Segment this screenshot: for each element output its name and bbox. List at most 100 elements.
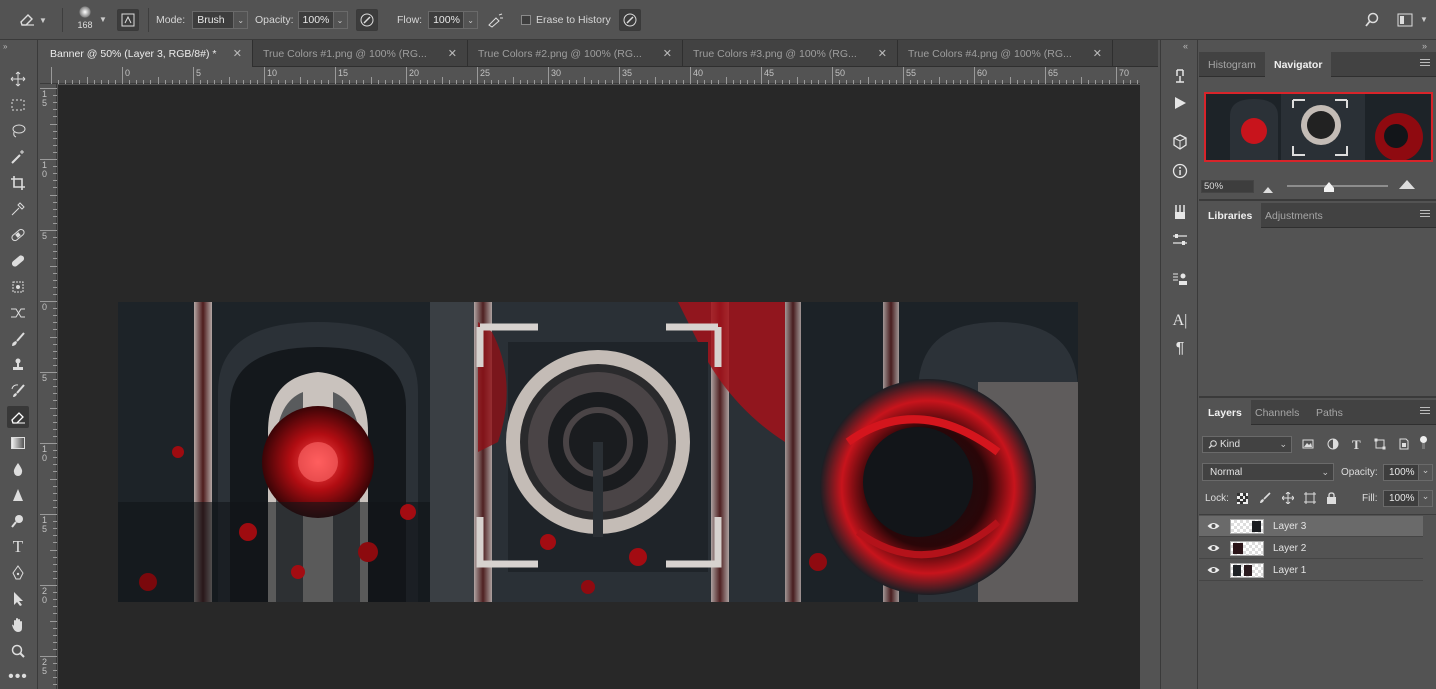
filter-shape-button[interactable] [1374, 438, 1386, 453]
search-button[interactable] [1364, 12, 1380, 31]
tab-true-colors-2[interactable]: True Colors #2.png @ 100% (RG... ✕ [468, 40, 683, 67]
eraser-preset-picker[interactable]: ▼ [18, 0, 47, 40]
layer-opacity-field[interactable]: 100% [1383, 464, 1419, 481]
paragraph-panel-button[interactable]: ¶ [1170, 339, 1190, 359]
stamp-tool[interactable] [7, 354, 29, 376]
tab-navigator[interactable]: Navigator [1265, 52, 1332, 77]
pressure-opacity-button[interactable] [356, 9, 378, 31]
crop-tool[interactable] [7, 172, 29, 194]
tab-adjustments[interactable]: Adjustments [1256, 203, 1332, 228]
tab-histogram[interactable]: Histogram [1199, 52, 1265, 77]
close-icon[interactable]: ✕ [1093, 47, 1102, 60]
navigator-preview[interactable] [1204, 92, 1433, 162]
shuffle-tool[interactable] [7, 302, 29, 324]
healing-brush-tool[interactable] [7, 224, 29, 246]
chevron-down-icon[interactable]: ⌄ [1419, 490, 1433, 507]
info-panel-button[interactable] [1170, 161, 1190, 181]
checkbox[interactable] [521, 15, 531, 25]
tab-layers[interactable]: Layers [1199, 400, 1251, 425]
close-icon[interactable]: ✕ [448, 47, 457, 60]
marquee-tool[interactable] [7, 94, 29, 116]
panel-menu-icon[interactable] [1420, 59, 1430, 69]
opacity-field[interactable]: 100% [297, 11, 334, 29]
close-icon[interactable]: ✕ [663, 47, 672, 60]
pen-tool[interactable] [7, 562, 29, 584]
tab-paths[interactable]: Paths [1307, 400, 1352, 425]
zoom-tool[interactable] [7, 640, 29, 662]
collapse-panels-icon[interactable]: » [1422, 41, 1427, 51]
visibility-toggle[interactable] [1199, 566, 1227, 574]
path-selection-tool[interactable] [7, 588, 29, 610]
lock-pixels-button[interactable] [1259, 492, 1271, 507]
layer-row-layer-2[interactable]: Layer 2 [1199, 538, 1423, 559]
eraser-tool[interactable] [7, 406, 29, 428]
brush-tool[interactable] [7, 250, 29, 272]
filter-toggle[interactable] [1420, 436, 1428, 450]
vertical-scrollbar[interactable] [1140, 67, 1158, 689]
zoom-field[interactable]: 50% [1201, 180, 1254, 193]
clone-source-panel-button[interactable] [1170, 269, 1190, 289]
vertical-ruler[interactable]: 1 5 1 0 5 0 5 1 0 1 5 2 0 2 5 [40, 84, 57, 689]
collapse-toolbar-icon[interactable]: » [3, 42, 7, 51]
tab-true-colors-1[interactable]: True Colors #1.png @ 100% (RG... ✕ [253, 40, 468, 67]
magic-wand-tool[interactable] [7, 146, 29, 168]
lock-position-button[interactable] [1281, 491, 1295, 507]
more-tools[interactable]: ••• [7, 666, 29, 688]
airbrush-button[interactable] [487, 12, 505, 31]
workspace-button[interactable] [1397, 12, 1413, 31]
lock-all-button[interactable] [1326, 492, 1337, 507]
tab-channels[interactable]: Channels [1246, 400, 1308, 425]
blur-tool[interactable] [7, 458, 29, 480]
brush-size-picker[interactable]: 168 [72, 4, 98, 36]
filter-type-icon[interactable]: T [1352, 437, 1361, 453]
chevron-down-icon[interactable]: ▼ [1420, 15, 1428, 24]
close-icon[interactable]: ✕ [233, 47, 242, 60]
chevron-down-icon[interactable]: ⌄ [464, 11, 479, 29]
chevron-down-icon[interactable]: ▼ [99, 15, 107, 24]
paint-brush-tool[interactable] [7, 328, 29, 350]
gradient-tool[interactable] [7, 432, 29, 454]
brush-settings-button[interactable] [117, 9, 139, 31]
character-panel-button[interactable]: A| [1170, 311, 1190, 331]
tab-true-colors-3[interactable]: True Colors #3.png @ 100% (RG... ✕ [683, 40, 898, 67]
filter-adjustment-button[interactable] [1327, 438, 1339, 453]
panel-menu-icon[interactable] [1420, 210, 1430, 220]
zoom-slider-track[interactable] [1287, 185, 1388, 187]
brushes-panel-button[interactable] [1170, 202, 1190, 222]
move-tool[interactable] [7, 68, 29, 90]
fill-field[interactable]: 100% [1383, 490, 1419, 507]
eyedropper-tool[interactable] [7, 198, 29, 220]
tab-true-colors-4[interactable]: True Colors #4.png @ 100% (RG... ✕ [898, 40, 1113, 67]
hand-tool[interactable] [7, 614, 29, 636]
3d-panel-button[interactable] [1170, 132, 1190, 152]
layer-row-layer-1[interactable]: Layer 1 [1199, 560, 1423, 581]
erase-history-checkbox[interactable]: Erase to History [521, 0, 611, 40]
lock-artboard-button[interactable] [1304, 492, 1316, 507]
actions-panel-button[interactable] [1170, 93, 1190, 113]
zoom-out-button[interactable] [1263, 184, 1273, 196]
horizontal-ruler[interactable]: 0 5 10 15 20 25 30 35 40 45 50 55 60 65 70 [40, 67, 1158, 84]
brush-settings-panel-button[interactable] [1170, 230, 1190, 250]
sharpen-tool[interactable] [7, 484, 29, 506]
close-icon[interactable]: ✕ [878, 47, 887, 60]
visibility-toggle[interactable] [1199, 522, 1227, 530]
type-tool[interactable]: T [7, 536, 29, 558]
filter-smart-object-button[interactable] [1398, 438, 1410, 453]
clone-stamp-tool[interactable] [7, 276, 29, 298]
chevron-down-icon[interactable]: ⌄ [234, 11, 249, 29]
lasso-tool[interactable] [7, 120, 29, 142]
visibility-toggle[interactable] [1199, 544, 1227, 552]
collapse-dock-icon[interactable]: « [1183, 41, 1188, 51]
dodge-tool[interactable] [7, 510, 29, 532]
lock-transparency-button[interactable] [1237, 493, 1248, 507]
flow-field[interactable]: 100% [428, 11, 465, 29]
chevron-down-icon[interactable]: ⌄ [333, 11, 348, 29]
banner-artwork[interactable] [118, 302, 1078, 602]
layer-filter-dropdown[interactable]: Kind ⌄ [1202, 436, 1292, 453]
tab-libraries[interactable]: Libraries [1199, 203, 1262, 228]
filter-pixel-button[interactable] [1302, 438, 1314, 453]
history-brush-tool[interactable] [7, 380, 29, 402]
canvas-area[interactable] [58, 85, 1140, 689]
zoom-slider-thumb[interactable] [1324, 182, 1334, 195]
tab-banner[interactable]: Banner @ 50% (Layer 3, RGB/8#) * ✕ [40, 40, 253, 67]
